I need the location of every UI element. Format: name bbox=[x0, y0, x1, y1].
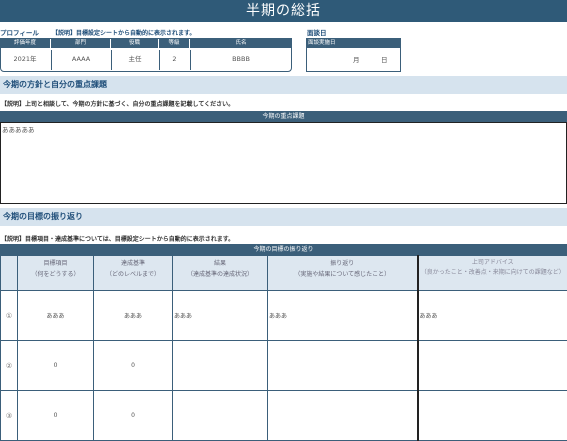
goal-item-cell[interactable]: あああ bbox=[18, 291, 94, 341]
interview-label: 面談日 bbox=[307, 27, 327, 37]
goals-header-item: 目標項目（何をどうする） bbox=[18, 256, 94, 291]
policy-section-title: 今期の方針と自分の重点課題 bbox=[0, 76, 567, 94]
goal-item-cell[interactable]: 0 bbox=[18, 391, 94, 441]
row-number: ① bbox=[1, 291, 18, 341]
interview-day-unit: 日 bbox=[381, 54, 388, 64]
row-number: ② bbox=[1, 341, 18, 391]
row-number: ③ bbox=[1, 391, 18, 441]
goal-review-cell[interactable]: あああ bbox=[268, 291, 418, 341]
goals-header-criteria: 達成基準（どのレベルまで） bbox=[94, 256, 173, 291]
profile-name[interactable]: BBBB bbox=[190, 50, 291, 70]
goals-header-advice: 上司アドバイス（良かったこと・改善点・来期に向けての課題など） bbox=[418, 256, 567, 291]
goals-header-result: 結果（達成基準の達成状況） bbox=[173, 256, 268, 291]
profile-year[interactable]: 2021年 bbox=[0, 50, 50, 70]
interview-date-field[interactable]: 月 日 bbox=[306, 49, 401, 71]
goal-result-cell[interactable]: あああ bbox=[173, 291, 268, 341]
table-row: ① あああ あああ あああ あああ あああ bbox=[1, 291, 567, 341]
interview-month-unit: 月 bbox=[353, 54, 360, 64]
goal-review-cell[interactable] bbox=[268, 341, 418, 391]
goal-advice-cell[interactable] bbox=[418, 391, 567, 441]
profile-header-name: 氏名 bbox=[190, 38, 292, 48]
policy-content[interactable]: あああああ bbox=[0, 122, 567, 204]
goals-section-title: 今期の目標の振り返り bbox=[0, 208, 567, 226]
table-row: ② 0 0 bbox=[1, 341, 567, 391]
goal-review-cell[interactable] bbox=[268, 391, 418, 441]
profile-grade[interactable]: 2 bbox=[159, 50, 189, 70]
goals-header-number bbox=[1, 256, 18, 291]
policy-note: 【説明】上司と相談して、今期の方針に基づく、自分の重点課題を記載してください。 bbox=[1, 99, 234, 108]
profile-header-year: 評価年度 bbox=[0, 38, 50, 48]
goal-advice-cell[interactable] bbox=[418, 341, 567, 391]
goal-result-cell[interactable] bbox=[173, 341, 268, 391]
interview-header: 面談実施日 bbox=[306, 38, 401, 48]
profile-header-position: 役職 bbox=[111, 38, 158, 48]
goal-criteria-cell[interactable]: 0 bbox=[94, 341, 173, 391]
goal-criteria-cell[interactable]: 0 bbox=[94, 391, 173, 441]
goals-table: 目標項目（何をどうする） 達成基準（どのレベルまで） 結果（達成基準の達成状況）… bbox=[0, 255, 567, 441]
policy-box-header: 今期の重点課題 bbox=[0, 111, 567, 122]
profile-dept[interactable]: AAAA bbox=[51, 50, 110, 70]
goals-header-row: 目標項目（何をどうする） 達成基準（どのレベルまで） 結果（達成基準の達成状況）… bbox=[1, 256, 567, 291]
page-title: 半期の総括 bbox=[0, 0, 567, 22]
goal-result-cell[interactable] bbox=[173, 391, 268, 441]
goal-criteria-cell[interactable]: あああ bbox=[94, 291, 173, 341]
profile-header-dept: 部門 bbox=[51, 38, 110, 48]
goal-item-cell[interactable]: 0 bbox=[18, 341, 94, 391]
profile-header-grade: 等級 bbox=[159, 38, 189, 48]
goals-note: 【説明】目標項目・達成基準については、目標設定シートから自動的に表示されます。 bbox=[1, 234, 234, 243]
goals-header-review: 振り返り（実施や結果について感じたこと） bbox=[268, 256, 418, 291]
profile-position[interactable]: 主任 bbox=[111, 50, 158, 70]
goal-advice-cell[interactable]: あああ bbox=[418, 291, 567, 341]
goals-table-header: 今期の目標の振り返り bbox=[0, 244, 567, 255]
profile-note: 【説明】目標設定シートから自動的に表示されます。 bbox=[52, 28, 195, 37]
profile-label: プロフィール bbox=[0, 27, 39, 37]
table-row: ③ 0 0 bbox=[1, 391, 567, 441]
